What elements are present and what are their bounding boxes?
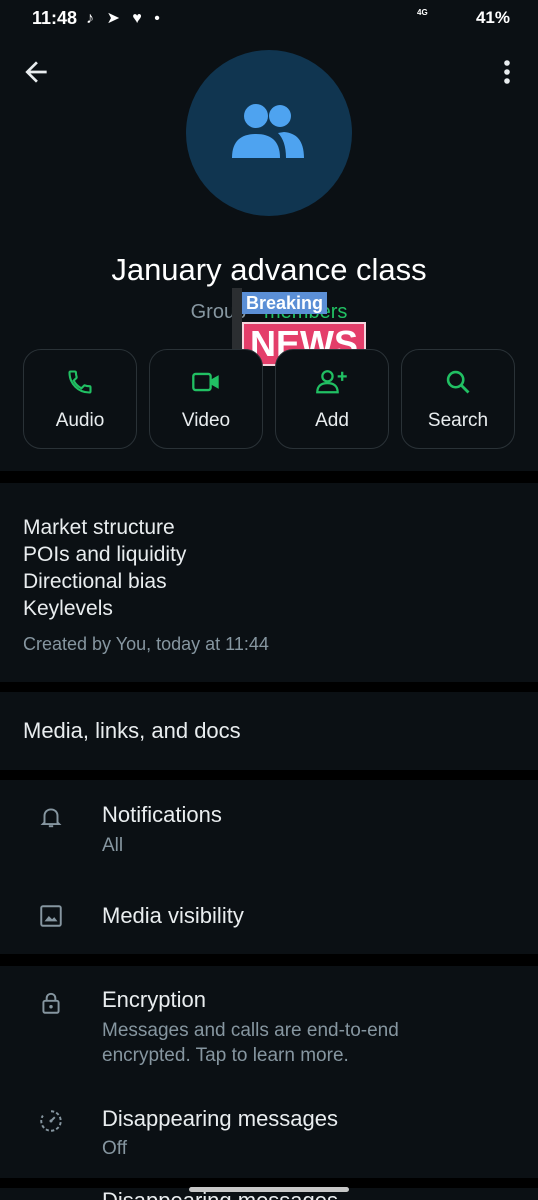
group-name: January advance class: [111, 252, 427, 287]
timer-icon: [38, 1108, 64, 1134]
notifications-title[interactable]: Notifications: [102, 802, 222, 828]
image-icon: [38, 903, 64, 929]
status-time: 11:48: [32, 8, 78, 28]
section-divider: [0, 471, 538, 483]
phone-icon: [24, 368, 136, 396]
media-links-docs[interactable]: Media, links, and docs: [23, 718, 241, 744]
battery-percent: 41%: [475, 8, 510, 27]
encryption-description: Messages and calls are end-to-end encryp…: [102, 1020, 399, 1066]
disappearing-value: Off: [102, 1138, 127, 1159]
back-arrow-icon[interactable]: [20, 56, 52, 88]
disappearing-title[interactable]: Disappearing messages: [102, 1106, 338, 1132]
section-divider: [0, 682, 538, 692]
group-icon: [232, 104, 304, 158]
description-line: POIs and liquidity: [23, 543, 187, 566]
search-label: Search: [427, 410, 489, 431]
person-add-icon: [276, 368, 388, 396]
lock-icon: [38, 990, 64, 1016]
section-divider: [0, 770, 538, 780]
audio-button[interactable]: Audio: [23, 349, 137, 449]
status-bar: 11:48 ♪ ➤ ♥ • 4G 41%: [0, 0, 538, 36]
search-button[interactable]: Search: [401, 349, 515, 449]
network-indicator: 4G: [417, 8, 428, 17]
add-label: Add: [315, 410, 349, 431]
description-line: Directional bias: [23, 570, 167, 593]
more-options-icon[interactable]: [498, 58, 516, 86]
sticker-breaking: Breaking: [242, 292, 328, 314]
section-divider: [0, 954, 538, 966]
video-label: Video: [181, 410, 231, 431]
add-member-button[interactable]: Add: [275, 349, 389, 449]
description-line: Market structure: [23, 516, 175, 539]
group-description[interactable]: Market structure POIs and liquidity Dire…: [23, 514, 186, 622]
notification-icons: ♪ ➤ ♥ •: [86, 10, 164, 27]
created-info: Created by You, today at 11:44: [23, 634, 269, 654]
videocam-icon: [150, 368, 262, 396]
notifications-value: All: [102, 835, 124, 856]
description-line: Keylevels: [23, 597, 113, 620]
search-icon: [402, 368, 514, 396]
video-button[interactable]: Video: [149, 349, 263, 449]
group-avatar[interactable]: [186, 50, 352, 216]
bell-icon: [38, 804, 64, 830]
encryption-title[interactable]: Encryption: [102, 987, 206, 1013]
audio-label: Audio: [55, 410, 105, 431]
media-visibility-title[interactable]: Media visibility: [102, 903, 244, 929]
gesture-nav-bar[interactable]: [189, 1187, 349, 1192]
